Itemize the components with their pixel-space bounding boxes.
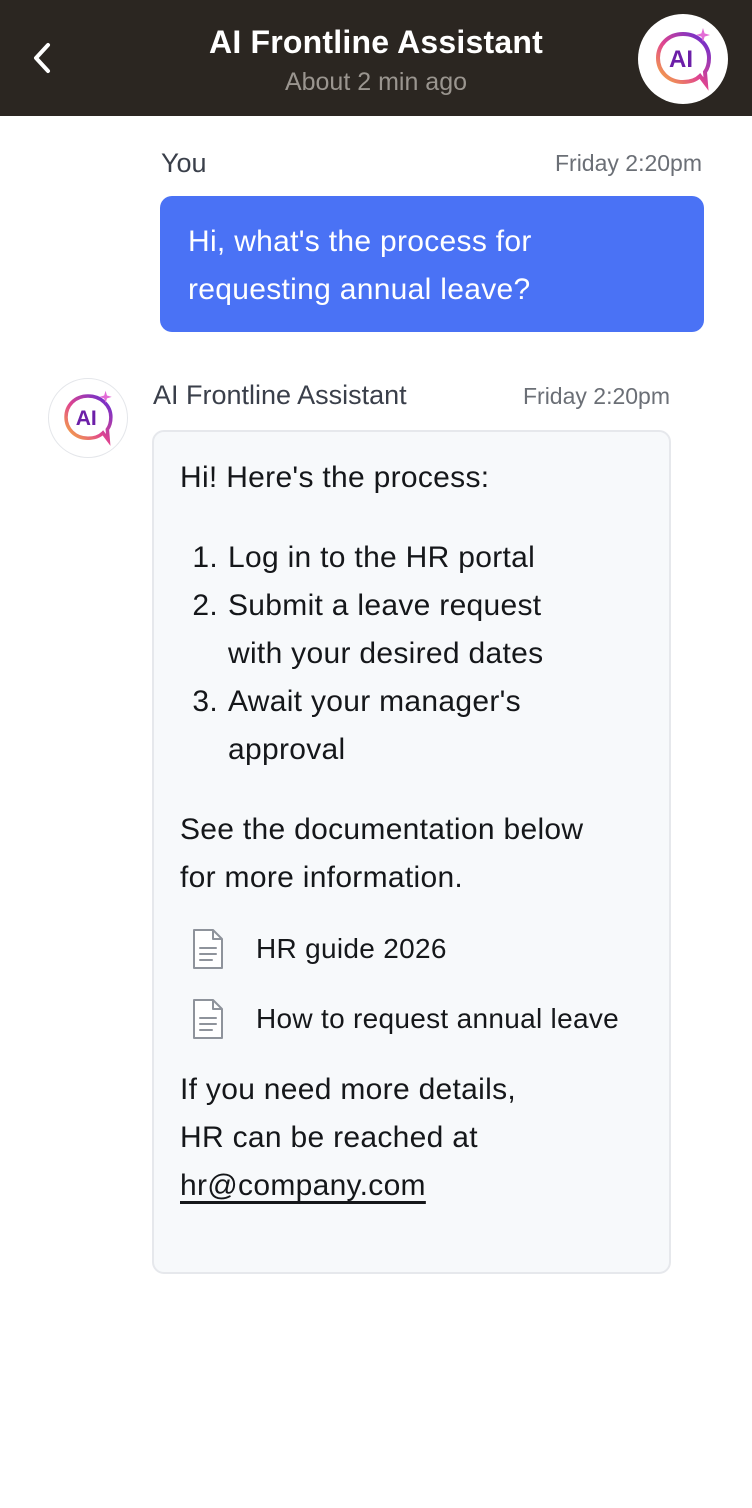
user-message-time: Friday 2:20pm: [554, 150, 702, 176]
user-sender-name: You: [161, 148, 207, 178]
process-steps-list: 1. Log in to the HR portal 2. Submit a l…: [180, 534, 643, 774]
app-header: AI Frontline Assistant About 2 min ago A…: [0, 0, 752, 116]
assistant-message-bubble: Hi! Here's the process: 1. Log in to the…: [152, 430, 671, 1274]
list-item: 2. Submit a leave request with your desi…: [180, 582, 643, 678]
list-item: 1. Log in to the HR portal: [180, 534, 643, 582]
document-link-label[interactable]: How to request annual leave: [256, 995, 619, 1043]
contact-note: If you need more details, HR can be reac…: [180, 1073, 517, 1202]
ai-logo-icon: AI: [655, 28, 712, 91]
ai-logo-icon: AI: [64, 390, 113, 446]
step-text: Submit a leave request with your desired…: [228, 589, 544, 670]
list-item: 3. Await your manager's approval: [180, 678, 643, 774]
document-link-hr-guide[interactable]: HR guide 2026: [180, 926, 643, 972]
step-number: 3.: [192, 685, 218, 718]
assistant-message-time: Friday 2:20pm: [522, 383, 670, 409]
user-message-line: requesting annual leave?: [188, 273, 531, 306]
assistant-intro: Hi! Here's the process:: [180, 461, 490, 494]
documentation-note: See the documentation below for more inf…: [180, 813, 584, 894]
assistant-sender-name: AI Frontline Assistant: [153, 380, 407, 410]
ai-logo-text: AI: [669, 46, 693, 73]
assistant-message-avatar: AI: [48, 378, 128, 458]
step-number: 1.: [192, 541, 218, 574]
document-icon: [193, 999, 223, 1039]
document-link-label[interactable]: HR guide 2026: [256, 925, 447, 973]
hr-email-link[interactable]: hr@company.com: [180, 1169, 426, 1202]
assistant-avatar[interactable]: AI: [638, 14, 728, 104]
document-link-annual-leave[interactable]: How to request annual leave: [180, 996, 643, 1042]
user-message-bubble: Hi, what's the process for requesting an…: [160, 196, 704, 332]
ai-logo-text: AI: [76, 407, 97, 430]
step-text: Await your manager's approval: [228, 685, 521, 766]
step-number: 2.: [192, 589, 218, 622]
user-message-line: Hi, what's the process for: [188, 225, 532, 258]
document-icon: [193, 929, 223, 969]
step-text: Log in to the HR portal: [228, 541, 536, 574]
